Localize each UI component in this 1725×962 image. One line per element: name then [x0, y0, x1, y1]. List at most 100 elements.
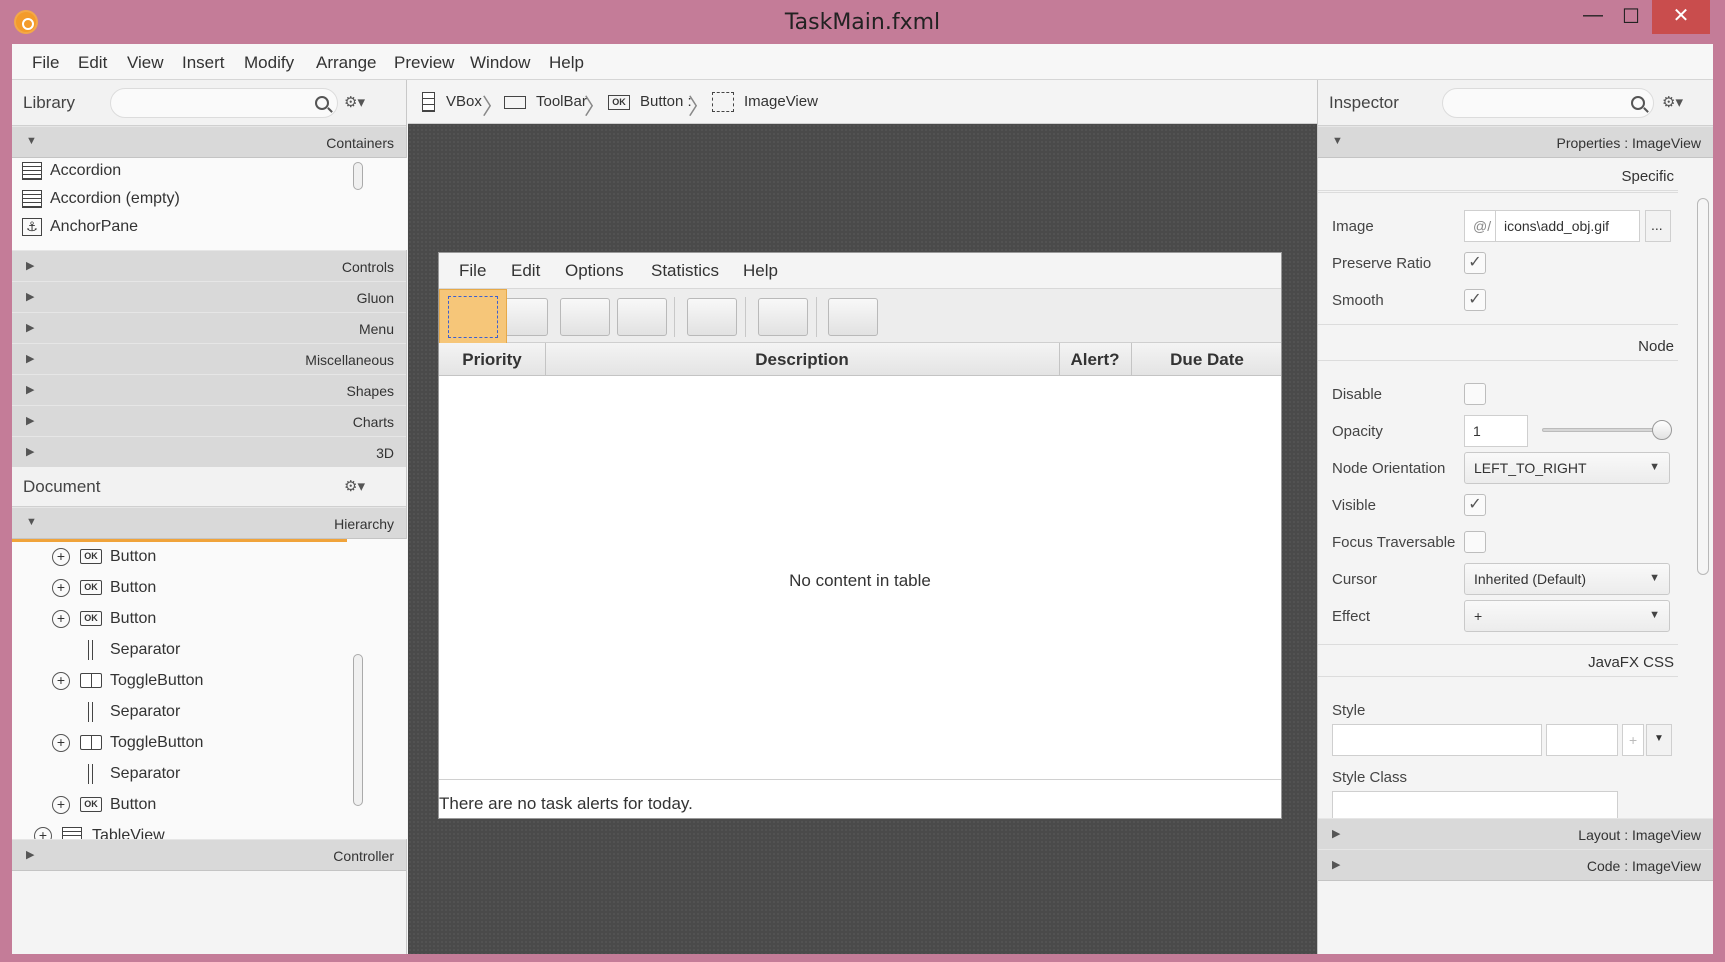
section-menu[interactable]: ▶ Menu	[12, 312, 406, 344]
tree-item-label: ToggleButton	[110, 672, 204, 689]
inspector-scrollbar[interactable]	[1697, 198, 1709, 575]
section-controls-label: Controls	[341, 259, 394, 275]
inspector-search-input[interactable]	[1442, 88, 1654, 118]
effect-select[interactable]: + ▼	[1464, 600, 1670, 632]
section-hierarchy[interactable]: ▼ Hierarchy	[12, 507, 406, 539]
inspector-gear-icon[interactable]: ⚙▾	[1662, 93, 1683, 111]
image-label: Image	[1332, 218, 1374, 235]
preview-status-bar: There are no task alerts for today.	[439, 779, 1281, 819]
preview-menu-statistics[interactable]: Statistics	[651, 261, 719, 281]
library-scrollbar[interactable]	[353, 162, 363, 190]
breadcrumb: VBox 〉 ToolBar 〉 OK Button : 〉 ImageView	[408, 80, 1317, 124]
focus-traversable-checkbox[interactable]	[1464, 531, 1486, 553]
menu-preview[interactable]: Preview	[394, 53, 454, 73]
menu-window[interactable]: Window	[470, 53, 530, 73]
image-browse-button[interactable]: ...	[1645, 210, 1671, 242]
menu-modify[interactable]: Modify	[244, 53, 294, 73]
section-gluon[interactable]: ▶ Gluon	[12, 281, 406, 313]
library-search-input[interactable]	[110, 88, 338, 118]
preview-toolbar-button[interactable]	[828, 298, 878, 336]
close-button[interactable]: ✕	[1652, 0, 1710, 34]
minimize-button[interactable]: —	[1578, 4, 1608, 34]
section-properties[interactable]: ▼ Properties : ImageView	[1318, 126, 1713, 158]
preview-toolbar-button[interactable]	[560, 298, 610, 336]
document-title: Document	[23, 477, 101, 496]
breadcrumb-imageview[interactable]: ImageView	[744, 93, 818, 110]
library-gear-icon[interactable]: ⚙▾	[344, 93, 365, 111]
effect-label: Effect	[1332, 608, 1371, 625]
node-orientation-select[interactable]: LEFT_TO_RIGHT ▼	[1464, 452, 1670, 484]
column-alert[interactable]: Alert?	[1059, 350, 1131, 370]
button-icon: OK	[80, 611, 102, 626]
expand-plus-icon[interactable]: +	[34, 827, 52, 839]
expand-plus-icon[interactable]: +	[52, 796, 70, 814]
app-preview: File Edit Options Statistics Help Priori…	[438, 252, 1282, 819]
preview-menu-edit[interactable]: Edit	[511, 261, 540, 281]
opacity-slider[interactable]	[1542, 428, 1662, 432]
preserve-ratio-checkbox[interactable]: ✓	[1464, 252, 1486, 274]
separator-icon	[88, 640, 93, 660]
image-url-prefix[interactable]: @/	[1464, 210, 1496, 242]
preview-menu-help[interactable]: Help	[743, 261, 778, 281]
section-menu-label: Menu	[358, 321, 394, 337]
expand-arrow-icon: ▶	[1332, 828, 1341, 840]
expand-arrow-icon: ▶	[26, 415, 35, 427]
preview-toolbar-button[interactable]	[617, 298, 667, 336]
section-controls[interactable]: ▶ Controls	[12, 250, 406, 282]
style-field[interactable]	[1332, 724, 1542, 756]
section-3d[interactable]: ▶ 3D	[12, 436, 406, 468]
column-due-date[interactable]: Due Date	[1131, 350, 1283, 370]
preview-toggle-button[interactable]	[687, 298, 737, 336]
menu-insert[interactable]: Insert	[182, 53, 225, 73]
style-add-button[interactable]: +	[1622, 724, 1644, 756]
divider	[1318, 324, 1678, 325]
breadcrumb-button[interactable]: Button :	[640, 93, 692, 110]
image-field[interactable]: icons\add_obj.gif	[1495, 210, 1640, 242]
preview-toggle-button[interactable]	[758, 298, 808, 336]
opacity-field[interactable]: 1	[1464, 415, 1528, 447]
visible-checkbox[interactable]: ✓	[1464, 494, 1486, 516]
disable-checkbox[interactable]	[1464, 383, 1486, 405]
collapse-arrow-icon: ▼	[26, 516, 37, 528]
expand-plus-icon[interactable]: +	[52, 579, 70, 597]
style-value-field[interactable]	[1546, 724, 1618, 756]
section-code[interactable]: ▶ Code : ImageView	[1318, 849, 1713, 881]
chevron-down-icon: ▼	[1649, 609, 1660, 621]
section-controller[interactable]: ▶ Controller	[12, 839, 406, 871]
maximize-button[interactable]: ☐	[1616, 4, 1646, 34]
design-canvas[interactable]: File Edit Options Statistics Help Priori…	[408, 124, 1317, 954]
column-description[interactable]: Description	[545, 350, 1059, 370]
menu-help[interactable]: Help	[549, 53, 584, 73]
smooth-checkbox[interactable]: ✓	[1464, 289, 1486, 311]
cursor-select[interactable]: Inherited (Default) ▼	[1464, 563, 1670, 595]
preview-menu-options[interactable]: Options	[565, 261, 624, 281]
breadcrumb-toolbar[interactable]: ToolBar	[536, 93, 587, 110]
section-charts[interactable]: ▶ Charts	[12, 405, 406, 437]
expand-plus-icon[interactable]: +	[52, 672, 70, 690]
section-shapes[interactable]: ▶ Shapes	[12, 374, 406, 406]
expand-plus-icon[interactable]: +	[52, 610, 70, 628]
column-priority[interactable]: Priority	[439, 350, 545, 370]
opacity-slider-knob[interactable]	[1652, 420, 1672, 440]
selection-handles[interactable]	[448, 296, 498, 338]
hierarchy-scrollbar[interactable]	[353, 654, 363, 806]
selected-imageview[interactable]	[439, 289, 507, 345]
menu-file[interactable]: File	[32, 53, 59, 73]
expand-plus-icon[interactable]: +	[52, 548, 70, 566]
menu-arrange[interactable]: Arrange	[316, 53, 376, 73]
section-miscellaneous[interactable]: ▶ Miscellaneous	[12, 343, 406, 375]
section-containers[interactable]: ▼ Containers	[12, 126, 406, 158]
preview-menu-file[interactable]: File	[459, 261, 486, 281]
breadcrumb-vbox[interactable]: VBox	[446, 93, 482, 110]
title-bar[interactable]: TaskMain.fxml — ☐ ✕	[0, 0, 1725, 44]
menu-edit[interactable]: Edit	[78, 53, 107, 73]
section-layout[interactable]: ▶ Layout : ImageView	[1318, 818, 1713, 850]
style-menu-button[interactable]: ▼	[1646, 724, 1672, 756]
anchorpane-icon: ⚓	[22, 218, 42, 236]
document-gear-icon[interactable]: ⚙▾	[344, 477, 365, 495]
style-class-field[interactable]	[1332, 791, 1618, 818]
preview-toolbar-separator	[816, 297, 817, 337]
menu-view[interactable]: View	[127, 53, 164, 73]
button-icon: OK	[80, 797, 102, 812]
expand-plus-icon[interactable]: +	[52, 734, 70, 752]
